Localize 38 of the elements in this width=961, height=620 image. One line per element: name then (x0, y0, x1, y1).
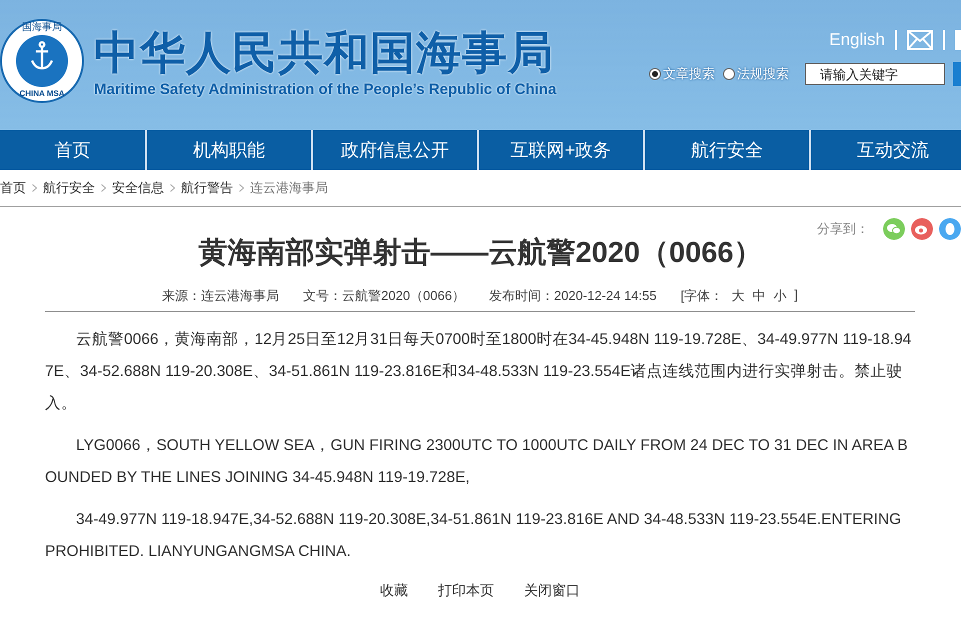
eye-icon[interactable] (911, 218, 933, 240)
nav-tab[interactable]: 首页 (0, 130, 147, 170)
article-meta: 发布时间：2020-12-24 14:55 (488, 287, 657, 305)
font-size-link[interactable]: 大 (731, 287, 744, 305)
article-paragraph: 云航警0066，黄海南部，12月25日至12月31日每天0700时至1800时在34-45.948N 119-19.728E、34-49.977N 119-18.947E、34-52.688N 119-20.308E、34-51.861N 119-23.816E和34-48.533N 119-23.554E诸点连线范围内进行实弹射击。禁止驶入。 (45, 330, 912, 414)
font-size-label: [字体： (680, 287, 724, 305)
share-label: 分享到： (817, 220, 869, 238)
article-meta: 文号：云航警2020（0066） (303, 287, 465, 305)
breadcrumb-link[interactable]: 航行警告 (181, 179, 233, 197)
nav-tab[interactable]: 航行安全 (645, 130, 811, 170)
action-link[interactable]: 收藏 (380, 582, 408, 600)
article-meta: 来源：连云港海事局 (162, 287, 280, 305)
chevron-icon (101, 184, 106, 192)
site-subtitle: Maritime Safety Administration of the People’s Republic of China (94, 80, 556, 98)
chat-bubble-icon[interactable] (883, 218, 905, 240)
chevron-icon (239, 184, 244, 192)
breadcrumb-link[interactable]: 安全信息 (112, 179, 164, 197)
article-paragraph: 34-49.977N 119-18.947E,34-52.688N 119-20.308E,34-51.861N 119-23.816E AND 34-48.533N 119-23.554E.ENTERING PROHIBITED. LIANYUNGANGMSA CHINA. (45, 510, 902, 562)
action-link[interactable]: 打印本页 (438, 582, 494, 600)
nav-tab[interactable]: 机构职能 (147, 130, 313, 170)
font-size-link[interactable]: 小 (773, 287, 786, 305)
chevron-icon (32, 184, 37, 192)
search-field[interactable]: 请输入关键字 (805, 63, 945, 85)
site-title: 中华人民共和国海事局 (94, 26, 555, 80)
nav-tab[interactable]: 互联网+政务 (479, 130, 645, 170)
chevron-icon (170, 184, 175, 192)
breadcrumb-link[interactable]: 首页 (0, 179, 26, 197)
mail-icon[interactable] (907, 30, 933, 50)
emblem-logo: 国海事局 CHINA MSA (0, 19, 84, 103)
article-title: 黄海南部实弹射击——云航警2020（0066） (197, 236, 764, 271)
font-size-link[interactable]: 中 (752, 287, 766, 305)
article-paragraph: LYG0066，SOUTH YELLOW SEA，GUN FIRING 2300UTC TO 1000UTC DAILY FROM 24 DEC TO 31 DEC IN AREA BOUNDED BY THE LINES JOINING 34-45.948N 119-19.728E, (45, 436, 909, 488)
action-link[interactable]: 关闭窗口 (524, 582, 580, 600)
bracket-text: ] (794, 287, 798, 304)
nav-tab[interactable]: 互动交流 (811, 130, 961, 170)
nav-tab[interactable]: 政府信息公开 (313, 130, 479, 170)
breadcrumb-link[interactable]: 连云港海事局 (250, 179, 328, 197)
breadcrumb-link[interactable]: 航行安全 (43, 179, 95, 197)
